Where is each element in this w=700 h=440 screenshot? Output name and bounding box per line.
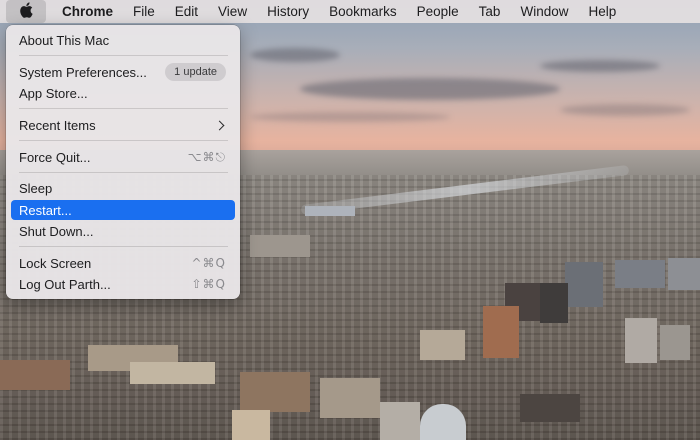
wallpaper-building [520,394,580,422]
shortcut-lock-screen: ^⌘Q [191,256,226,270]
menu-item-label: Log Out Parth... [19,276,111,292]
menu-separator [19,55,228,56]
menu-separator [19,108,228,109]
wallpaper-building [540,283,568,323]
menu-item-recent-items[interactable]: Recent Items [11,115,235,135]
shortcut-log-out: ⇧⌘Q [191,277,226,291]
menu-tab[interactable]: Tab [469,0,511,23]
menu-separator [19,172,228,173]
apple-menu-button[interactable] [6,0,46,23]
wallpaper-building [250,235,310,257]
wallpaper-cloud [540,60,660,72]
menu-item-label: Lock Screen [19,255,92,271]
menu-item-sleep[interactable]: Sleep [11,178,235,198]
menu-history[interactable]: History [257,0,319,23]
wallpaper-building [483,306,519,358]
chevron-right-icon [214,120,225,130]
apple-menu-dropdown: About This Mac System Preferences... 1 u… [6,25,240,299]
menu-people[interactable]: People [407,0,469,23]
menu-item-force-quit[interactable]: Force Quit... ⌥⌘⎋ [11,147,235,167]
menu-separator [19,246,228,247]
menu-item-about-this-mac[interactable]: About This Mac [11,30,235,50]
wallpaper-building [615,260,665,288]
menu-item-label: Restart... [19,202,72,218]
menu-view[interactable]: View [208,0,257,23]
menu-separator [19,140,228,141]
wallpaper-building [320,378,380,418]
shortcut-force-quit: ⌥⌘⎋ [187,149,226,164]
menu-item-label: Sleep [19,180,53,196]
menu-item-label: Recent Items [19,117,96,133]
menu-bookmarks[interactable]: Bookmarks [319,0,407,23]
update-badge: 1 update [165,63,226,81]
menu-bar: Chrome File Edit View History Bookmarks … [0,0,700,23]
menu-item-lock-screen[interactable]: Lock Screen ^⌘Q [11,253,235,273]
menu-item-label: Shut Down... [19,223,94,239]
menu-item-system-preferences[interactable]: System Preferences... 1 update [11,62,235,82]
wallpaper-building [130,362,215,384]
wallpaper-building [380,402,420,440]
wallpaper-building [660,325,690,360]
menu-app-name[interactable]: Chrome [52,0,123,23]
menu-item-restart[interactable]: Restart... [11,200,235,220]
menu-item-shut-down[interactable]: Shut Down... [11,221,235,241]
menu-item-label: About This Mac [19,32,110,48]
wallpaper-cloud [300,78,560,100]
menu-file[interactable]: File [123,0,165,23]
menu-item-log-out[interactable]: Log Out Parth... ⇧⌘Q [11,274,235,294]
wallpaper-building [240,372,310,412]
wallpaper-building [420,404,466,440]
wallpaper-building [420,330,465,360]
wallpaper-building [668,258,700,290]
wallpaper-building [625,318,657,363]
wallpaper-building [232,410,270,440]
wallpaper-building [565,262,603,307]
menu-help[interactable]: Help [578,0,626,23]
wallpaper-cloud [250,112,450,122]
apple-logo-icon [19,2,33,21]
menu-window[interactable]: Window [510,0,578,23]
menu-edit[interactable]: Edit [165,0,208,23]
wallpaper-cloud [560,104,690,116]
menu-item-label: App Store... [19,85,88,101]
wallpaper-building [305,206,355,216]
menu-item-label: System Preferences... [19,64,147,80]
wallpaper-cloud [250,48,340,62]
menu-item-app-store[interactable]: App Store... [11,83,235,103]
wallpaper-building [0,360,70,390]
menu-item-label: Force Quit... [19,149,91,165]
